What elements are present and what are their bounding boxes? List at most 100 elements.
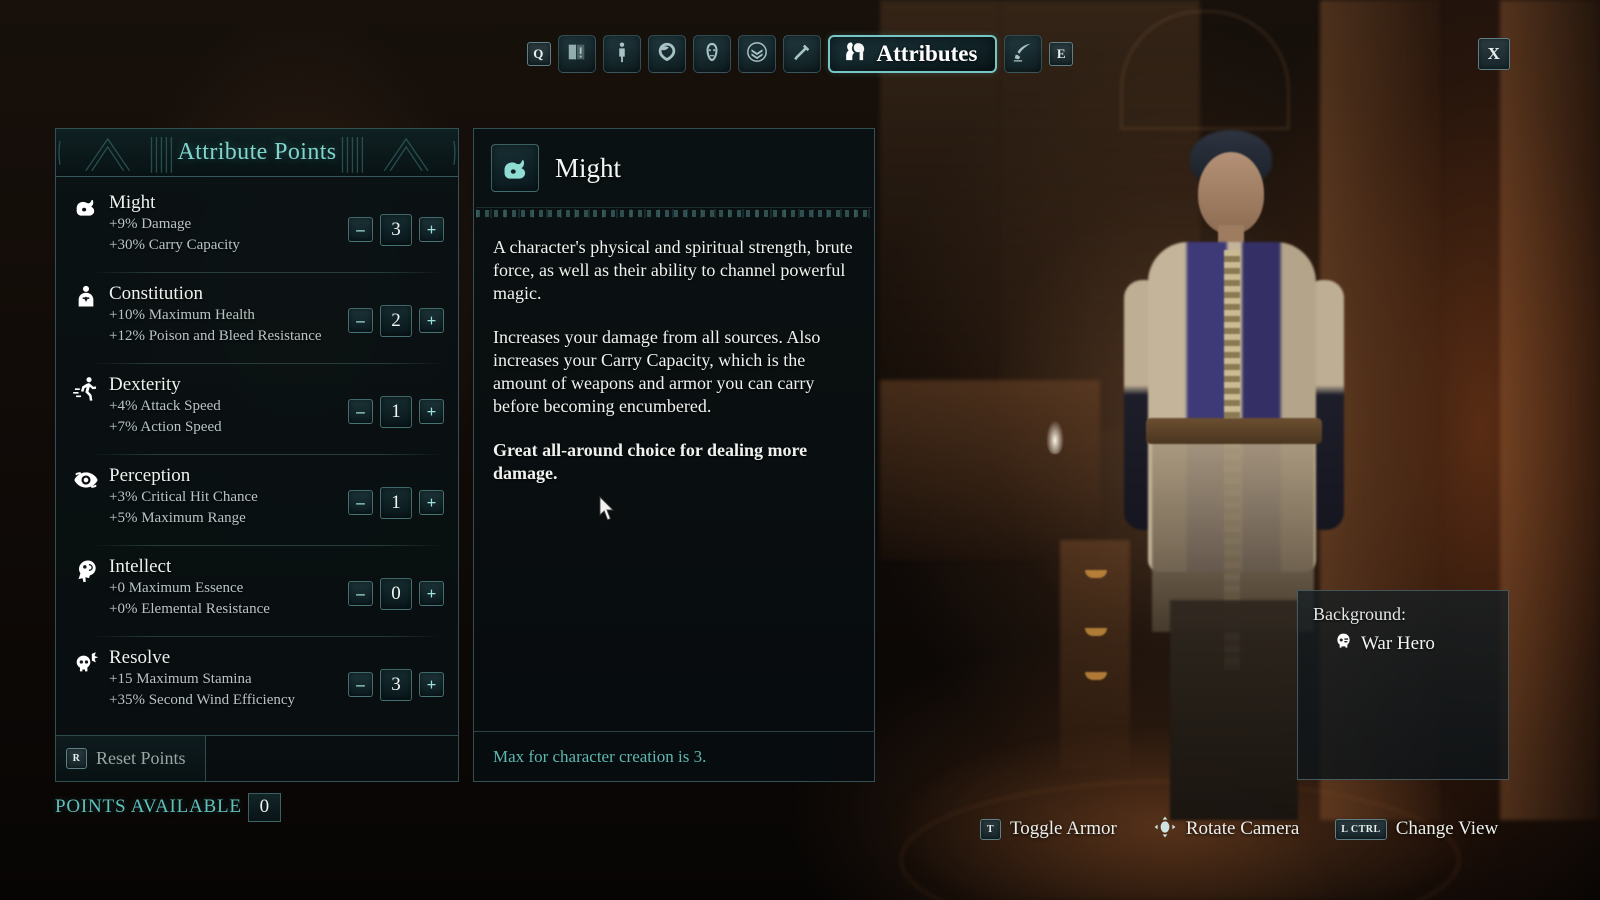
attribute-name: Intellect [109,556,172,577]
attribute-value: 0 [380,577,412,610]
reset-points-label: Reset Points [96,748,186,768]
max-note: Max for character creation is 3. [493,746,707,766]
tab-face[interactable] [692,35,731,73]
scroll-icon [791,41,813,68]
page-title: Attribute Points [177,139,337,165]
bicep-icon [72,193,102,223]
rotate-camera-label: Rotate Camera [1185,818,1300,839]
quill-icon [1012,41,1034,68]
hint-rotate-camera[interactable]: Rotate Camera [1153,815,1299,844]
torso-icon [72,284,102,314]
detail-title: Might [555,152,622,183]
increment-button[interactable]: + [419,581,444,606]
tab-hair[interactable] [647,35,686,73]
decrement-button[interactable]: – [348,217,373,242]
tab-body[interactable] [602,35,641,73]
decrement-button[interactable]: – [348,308,373,333]
face-icon [701,41,723,68]
detail-paragraph-3: Great all-around choice for dealing more… [493,440,808,483]
attribute-text: Resolve +15 Maximum Stamina +35% Second … [102,646,348,711]
tab-journal[interactable] [557,35,596,73]
attribute-value: 1 [380,395,412,428]
tab-attributes[interactable]: Attributes [827,35,998,73]
attribute-stepper: – 1 + [348,395,444,428]
attribute-stepper: – 0 + [348,577,444,610]
tab-name[interactable] [1004,35,1043,73]
attribute-text: Perception +3% Critical Hit Chance +5% M… [102,464,348,529]
table-row[interactable]: Might +9% Damage +30% Carry Capacity – 3… [56,181,458,272]
change-view-label: Change View [1395,818,1499,839]
background-label: Background: [1313,604,1406,624]
attribute-points-panel: Attribute Points Might +9% Damage +30% C… [55,128,459,782]
attribute-bonus-2: +5% Maximum Range [109,510,246,526]
attribute-bonus-1: +9% Damage [109,216,192,232]
table-row[interactable]: Dexterity +4% Attack Speed +7% Action Sp… [56,363,458,454]
increment-button[interactable]: + [419,217,444,242]
attribute-text: Dexterity +4% Attack Speed +7% Action Sp… [102,373,348,438]
decrement-button[interactable]: – [348,672,373,697]
detail-paragraph-1: A character's physical and spiritual str… [493,237,853,303]
attribute-name: Constitution [109,283,203,304]
attribute-text: Constitution +10% Maximum Health +12% Po… [102,282,348,347]
decrement-button[interactable]: – [348,399,373,424]
background-panel: Background: War Hero [1297,590,1509,780]
close-menu-button[interactable]: X [1478,38,1510,70]
points-available-value: 0 [247,792,281,822]
attribute-value: 2 [380,304,412,337]
mouse-cursor [599,495,617,528]
increment-button[interactable]: + [419,308,444,333]
table-row[interactable]: Perception +3% Critical Hit Chance +5% M… [56,454,458,545]
hint-change-view[interactable]: L CTRL Change View [1335,818,1498,840]
resolve-icon [72,648,102,678]
toggle-armor-key: T [980,818,1001,840]
eye-icon [72,466,102,496]
attribute-panel-footer: R Reset Points [56,735,458,781]
hint-toggle-armor[interactable]: T Toggle Armor [980,818,1117,840]
toggle-armor-label: Toggle Armor [1010,818,1117,839]
reset-key: R [66,748,87,769]
emblem-icon [746,41,768,68]
close-key-label: X [1478,38,1510,70]
attribute-name: Dexterity [109,374,181,395]
decrement-button[interactable]: – [348,581,373,606]
attribute-bonus-1: +3% Critical Hit Chance [109,489,258,505]
decrement-button[interactable]: – [348,490,373,515]
increment-button[interactable]: + [419,490,444,515]
attribute-bonus-1: +15 Maximum Stamina [109,671,252,687]
increment-button[interactable]: + [419,672,444,697]
attribute-stepper: – 3 + [348,213,444,246]
attribute-rows: Might +9% Damage +30% Carry Capacity – 3… [56,177,458,735]
attribute-stepper: – 2 + [348,304,444,337]
tab-background[interactable] [782,35,821,73]
attribute-bonus-2: +35% Second Wind Efficiency [109,692,296,708]
detail-header: Might [474,129,874,207]
runner-icon [72,375,102,405]
table-row[interactable]: Intellect +0 Maximum Essence +0% Element… [56,545,458,636]
background-value: War Hero [1361,633,1435,654]
reset-points-button[interactable]: R Reset Points [56,736,206,781]
table-row[interactable]: Constitution +10% Maximum Health +12% Po… [56,272,458,363]
detail-paragraph-2: Increases your damage from all sources. … [493,327,821,416]
mouse-drag-icon [1153,815,1177,844]
attribute-value: 3 [380,668,412,701]
rune-divider [476,207,872,218]
attribute-stepper: – 3 + [348,668,444,701]
attribute-bonus-2: +12% Poison and Bleed Resistance [109,328,322,344]
hair-icon [656,41,678,68]
journal-icon [566,41,588,68]
background-value-row: War Hero [1313,631,1493,657]
attribute-bonus-2: +0% Elemental Resistance [109,601,270,617]
increment-button[interactable]: + [419,399,444,424]
control-hints: T Toggle Armor Rotate Camera L CTRL Chan… [980,812,1498,846]
tab-emblem[interactable] [737,35,776,73]
table-row[interactable]: Resolve +15 Maximum Stamina +35% Second … [56,636,458,727]
prev-tab-key[interactable]: Q [526,42,551,66]
change-view-key: L CTRL [1335,818,1387,840]
attribute-value: 3 [380,213,412,246]
helmet-icon [1333,631,1354,657]
brain-icon [72,557,102,587]
attribute-text: Might +9% Damage +30% Carry Capacity [102,191,348,256]
next-tab-key[interactable]: E [1049,42,1074,66]
points-available-bar: POINTS AVAILABLE 0 [55,792,295,822]
bicep-icon [491,144,539,192]
